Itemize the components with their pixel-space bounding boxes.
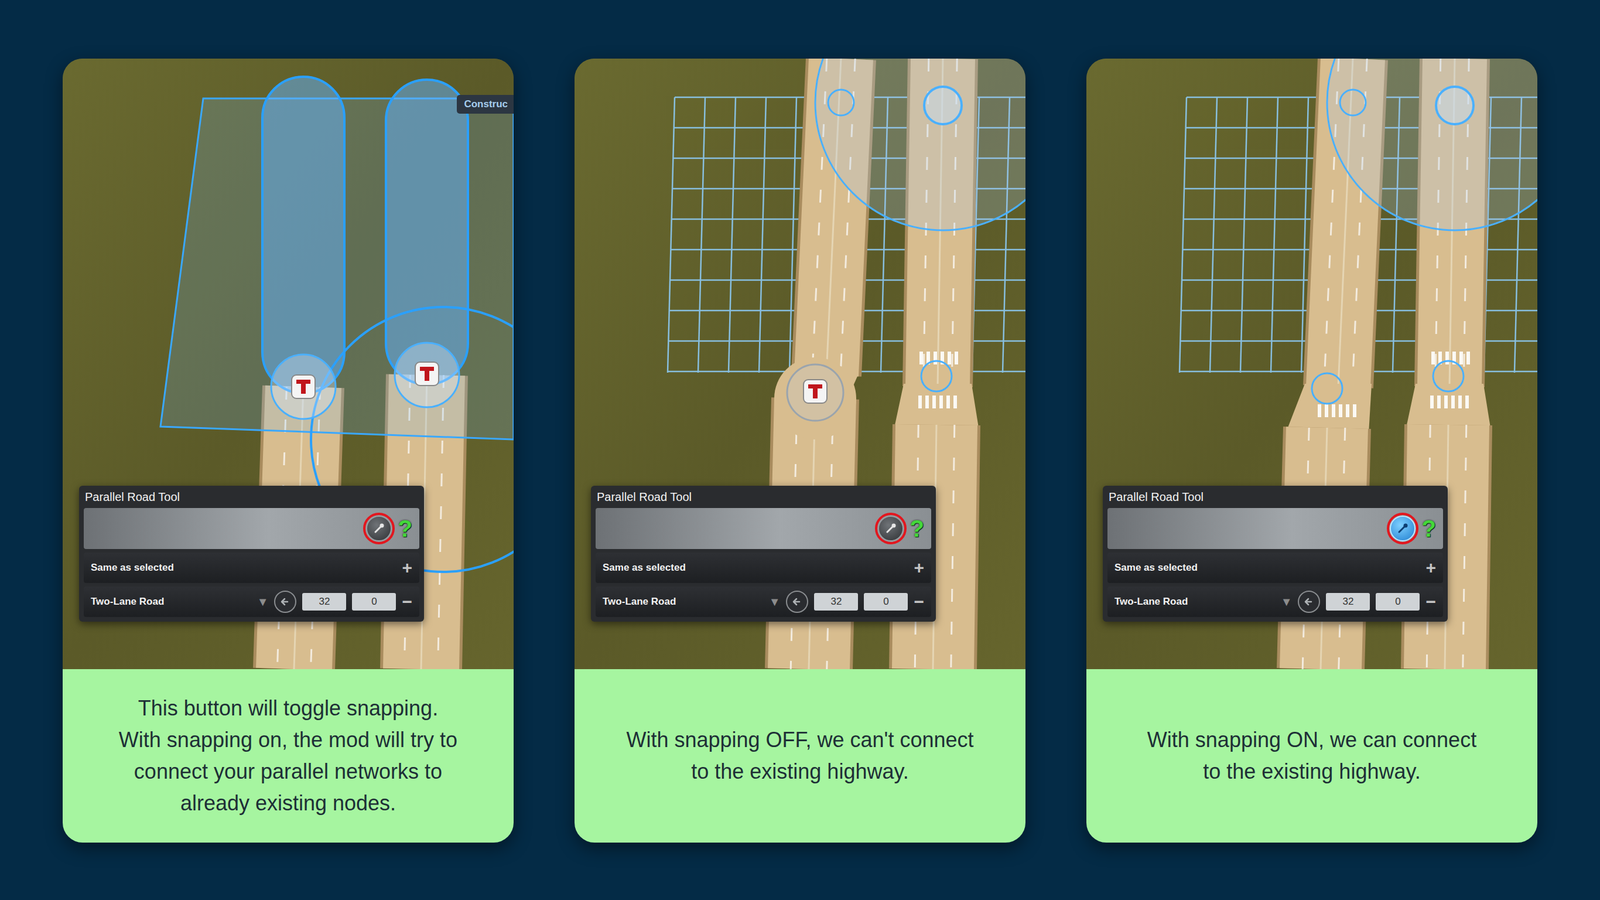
node[interactable]: [1436, 86, 1474, 125]
crosswalk: [918, 395, 957, 409]
panel-title: Parallel Road Tool: [83, 485, 420, 508]
caption-line: This button will toggle snapping.: [138, 692, 439, 724]
node[interactable]: [1339, 89, 1366, 116]
highlight-ring: [874, 512, 907, 545]
caption-line: connect your parallel networks to: [134, 755, 443, 788]
snapping-toggle-button[interactable]: [1389, 515, 1416, 542]
caption-line: to the existing highway.: [1202, 755, 1421, 788]
network-row[interactable]: Two-Lane Road ▼ 320−: [83, 586, 420, 617]
parallel-road-tool-panel: Parallel Road Tool? Same as selected + Two-…: [79, 485, 425, 622]
offset-field[interactable]: 32: [302, 592, 347, 611]
snap-icon: [884, 521, 898, 535]
reverse-button[interactable]: [785, 590, 809, 613]
panel-title: Parallel Road Tool: [595, 485, 932, 508]
reverse-button[interactable]: [1297, 590, 1321, 613]
network-row[interactable]: Two-Lane Road ▼ 32 0−: [595, 586, 932, 617]
crosswalk: [1431, 351, 1470, 365]
dropdown-arrow[interactable]: ▼: [257, 595, 269, 608]
tutorial-card: Parallel Road Tool? Same as selected + Two-…: [574, 58, 1026, 843]
caption-line: already existing nodes.: [180, 787, 396, 819]
snapping-toggle-button[interactable]: [366, 515, 392, 542]
preset-label: Same as selected: [602, 561, 908, 574]
node[interactable]: [271, 354, 336, 419]
node[interactable]: [828, 89, 854, 116]
preset-label: Same as selected: [90, 561, 396, 574]
preset-row[interactable]: Same as selected +: [595, 552, 932, 583]
snapping-toggle-button[interactable]: [877, 515, 904, 542]
screenshot: Construc Parallel Road Tool? Same as selec…: [62, 58, 514, 669]
network-name: Two-Lane Road: [90, 595, 252, 608]
parallel-road-tool-panel: Parallel Road Tool? Same as selected + Two-…: [590, 485, 936, 622]
help-button[interactable]: ?: [1420, 516, 1438, 540]
reverse-button[interactable]: [274, 590, 297, 613]
toolbar: ?: [1107, 507, 1444, 549]
node[interactable]: [787, 364, 844, 421]
offset-field[interactable]: 32: [814, 592, 858, 611]
caption-line: With snapping ON, we can connect: [1147, 723, 1477, 756]
toolbar: ?: [83, 507, 420, 549]
caption-line: With snapping on, the mod will try to: [118, 723, 458, 756]
arrow-left-icon: [1302, 595, 1316, 608]
remove-button[interactable]: −: [401, 592, 413, 611]
caption-line: With snapping OFF, we can't connect: [626, 723, 974, 756]
preset-row[interactable]: Same as selected +: [83, 552, 420, 583]
parallel-road-tool-panel: Parallel Road Tool? Same as selected + Two-…: [1102, 485, 1448, 622]
caption: This button will toggle snapping.With sn…: [62, 668, 514, 843]
remove-button[interactable]: −: [913, 592, 925, 611]
network-name: Two-Lane Road: [602, 595, 764, 608]
caption: With snapping ON, we can connectto the e…: [1086, 668, 1538, 843]
offset-field[interactable]: 32: [1325, 592, 1370, 611]
preset-label: Same as selected: [1114, 561, 1420, 574]
preset-row[interactable]: Same as selected +: [1107, 552, 1444, 583]
elevation-field[interactable]: 0: [863, 592, 908, 611]
crosswalk: [919, 351, 959, 365]
arrow-left-icon: [790, 595, 804, 608]
tutorial-card: Construc Parallel Road Tool? Same as selec…: [62, 58, 514, 843]
add-button[interactable]: +: [1425, 558, 1437, 577]
node[interactable]: [924, 86, 962, 125]
add-button[interactable]: +: [401, 558, 413, 577]
network-name: Two-Lane Road: [1114, 595, 1275, 608]
crosswalk: [1317, 404, 1357, 417]
node[interactable]: [394, 342, 460, 408]
construction-label: Construc: [456, 94, 514, 114]
dropdown-arrow[interactable]: ▼: [768, 595, 781, 608]
snap-radius: [1327, 58, 1538, 231]
elevation-field[interactable]: 0: [1375, 592, 1420, 611]
arrow-left-icon: [278, 595, 292, 608]
add-button[interactable]: +: [913, 558, 925, 577]
caption: With snapping OFF, we can't connectto th…: [574, 668, 1026, 843]
snap-radius: [815, 58, 1026, 231]
elevation-field[interactable]: 0: [351, 592, 396, 611]
snap-icon: [1396, 521, 1410, 535]
node[interactable]: [1433, 360, 1464, 392]
highlight-ring: [1386, 512, 1419, 545]
caption-line: to the existing highway.: [691, 755, 909, 788]
network-row[interactable]: Two-Lane Road ▼ 32 0−: [1107, 586, 1444, 617]
bulldoze-marker-icon[interactable]: [291, 374, 316, 399]
bulldoze-marker-icon[interactable]: [803, 379, 827, 403]
dropdown-arrow[interactable]: ▼: [1280, 595, 1293, 608]
highlight-ring: [363, 512, 395, 545]
node[interactable]: [921, 360, 952, 392]
preview-road: [262, 76, 345, 393]
tutorial-card: Parallel Road Tool? Same as selected + Two-…: [1086, 58, 1538, 843]
screenshot: Parallel Road Tool? Same as selected + Two-…: [574, 58, 1026, 669]
remove-button[interactable]: −: [1425, 592, 1437, 611]
help-button[interactable]: ?: [397, 516, 414, 540]
toolbar: ?: [595, 507, 932, 549]
preview-road: [385, 79, 468, 385]
crosswalk: [1430, 395, 1469, 409]
screenshot: Parallel Road Tool? Same as selected + Two-…: [1086, 58, 1538, 669]
panel-title: Parallel Road Tool: [1107, 485, 1444, 508]
node[interactable]: [1311, 373, 1343, 404]
bulldoze-marker-icon[interactable]: [415, 361, 439, 386]
page: Construc Parallel Road Tool? Same as selec…: [0, 0, 1600, 900]
help-button[interactable]: ?: [908, 516, 926, 540]
snap-icon: [372, 521, 386, 535]
